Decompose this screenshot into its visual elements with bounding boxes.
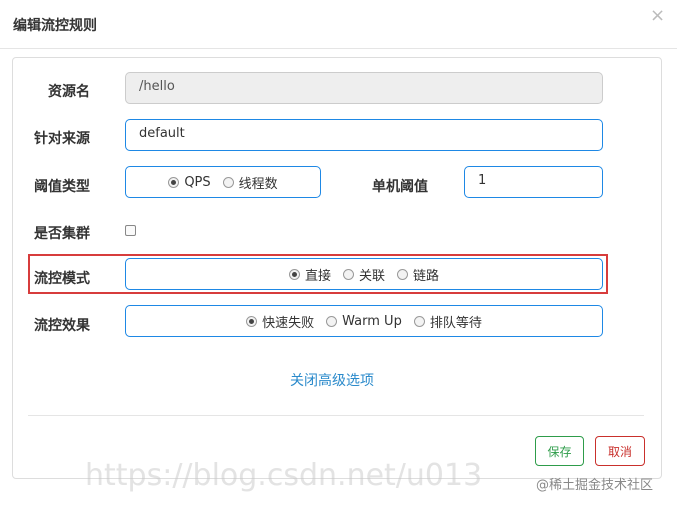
edit-flow-rule-dialog: 编辑流控规则 × 资源名 /hello 针对来源 default 阈值类型 QP… (0, 0, 677, 505)
footer-divider (28, 415, 644, 416)
control-mode-label: 流控模式 (34, 271, 90, 287)
single-threshold-label: 单机阈值 (372, 179, 428, 195)
resource-label: 资源名 (48, 84, 90, 100)
origin-input[interactable]: default (125, 119, 603, 151)
close-icon[interactable]: × (650, 5, 665, 26)
cluster-label: 是否集群 (34, 226, 90, 242)
dialog-header: 编辑流控规则 × (0, 0, 677, 49)
control-mode-direct-label: 直接 (304, 268, 331, 284)
radio-selected-icon (288, 268, 300, 280)
control-mode-group: 直接 关联 链路 (125, 258, 603, 290)
save-button[interactable]: 保存 (535, 436, 584, 466)
radio-unselected-icon (222, 176, 234, 188)
cluster-checkbox[interactable] (125, 225, 136, 236)
radio-unselected-icon (397, 268, 408, 280)
threshold-type-threads-label: 线程数 (238, 176, 278, 192)
radio-unselected-icon (326, 315, 338, 327)
radio-selected-icon (246, 315, 258, 327)
resource-input[interactable]: /hello (125, 72, 603, 104)
threshold-type-group: QPS 线程数 (125, 166, 321, 198)
threshold-type-label: 阈值类型 (34, 179, 90, 195)
control-effect-group: 快速失败 Warm Up 排队等待 (125, 305, 603, 337)
control-effect-warm-up-label: Warm Up (342, 313, 402, 329)
control-effect-queue-radio[interactable]: 排队等待 (413, 312, 482, 331)
control-effect-warm-up-radio[interactable]: Warm Up (326, 314, 402, 329)
radio-unselected-icon (342, 268, 354, 280)
radio-selected-icon (168, 176, 180, 188)
control-mode-direct-radio[interactable]: 直接 (288, 265, 331, 284)
control-mode-relate-label: 关联 (358, 268, 385, 284)
threshold-type-qps-radio[interactable]: QPS (168, 174, 211, 190)
origin-label: 针对来源 (34, 131, 90, 147)
control-mode-relate-radio[interactable]: 关联 (342, 265, 385, 284)
url-watermark: https://blog.csdn.net/u013 (85, 458, 483, 493)
threshold-type-qps-label: QPS (184, 174, 211, 190)
control-effect-queue-label: 排队等待 (429, 315, 482, 331)
control-mode-chain-label: 链路 (413, 268, 440, 284)
community-watermark: @稀土掘金技术社区 (536, 478, 654, 493)
radio-unselected-icon (413, 315, 425, 327)
threshold-type-threads-radio[interactable]: 线程数 (222, 173, 278, 192)
cancel-button[interactable]: 取消 (595, 436, 645, 466)
close-advanced-options-link[interactable]: 关闭高级选项 (290, 370, 374, 390)
control-mode-chain-radio[interactable]: 链路 (397, 265, 439, 284)
single-threshold-input[interactable]: 1 (464, 166, 603, 198)
dialog-title: 编辑流控规则 (13, 18, 97, 34)
control-effect-fast-fail-radio[interactable]: 快速失败 (246, 312, 314, 331)
control-effect-fast-fail-label: 快速失败 (262, 315, 315, 331)
control-effect-label: 流控效果 (34, 318, 90, 334)
